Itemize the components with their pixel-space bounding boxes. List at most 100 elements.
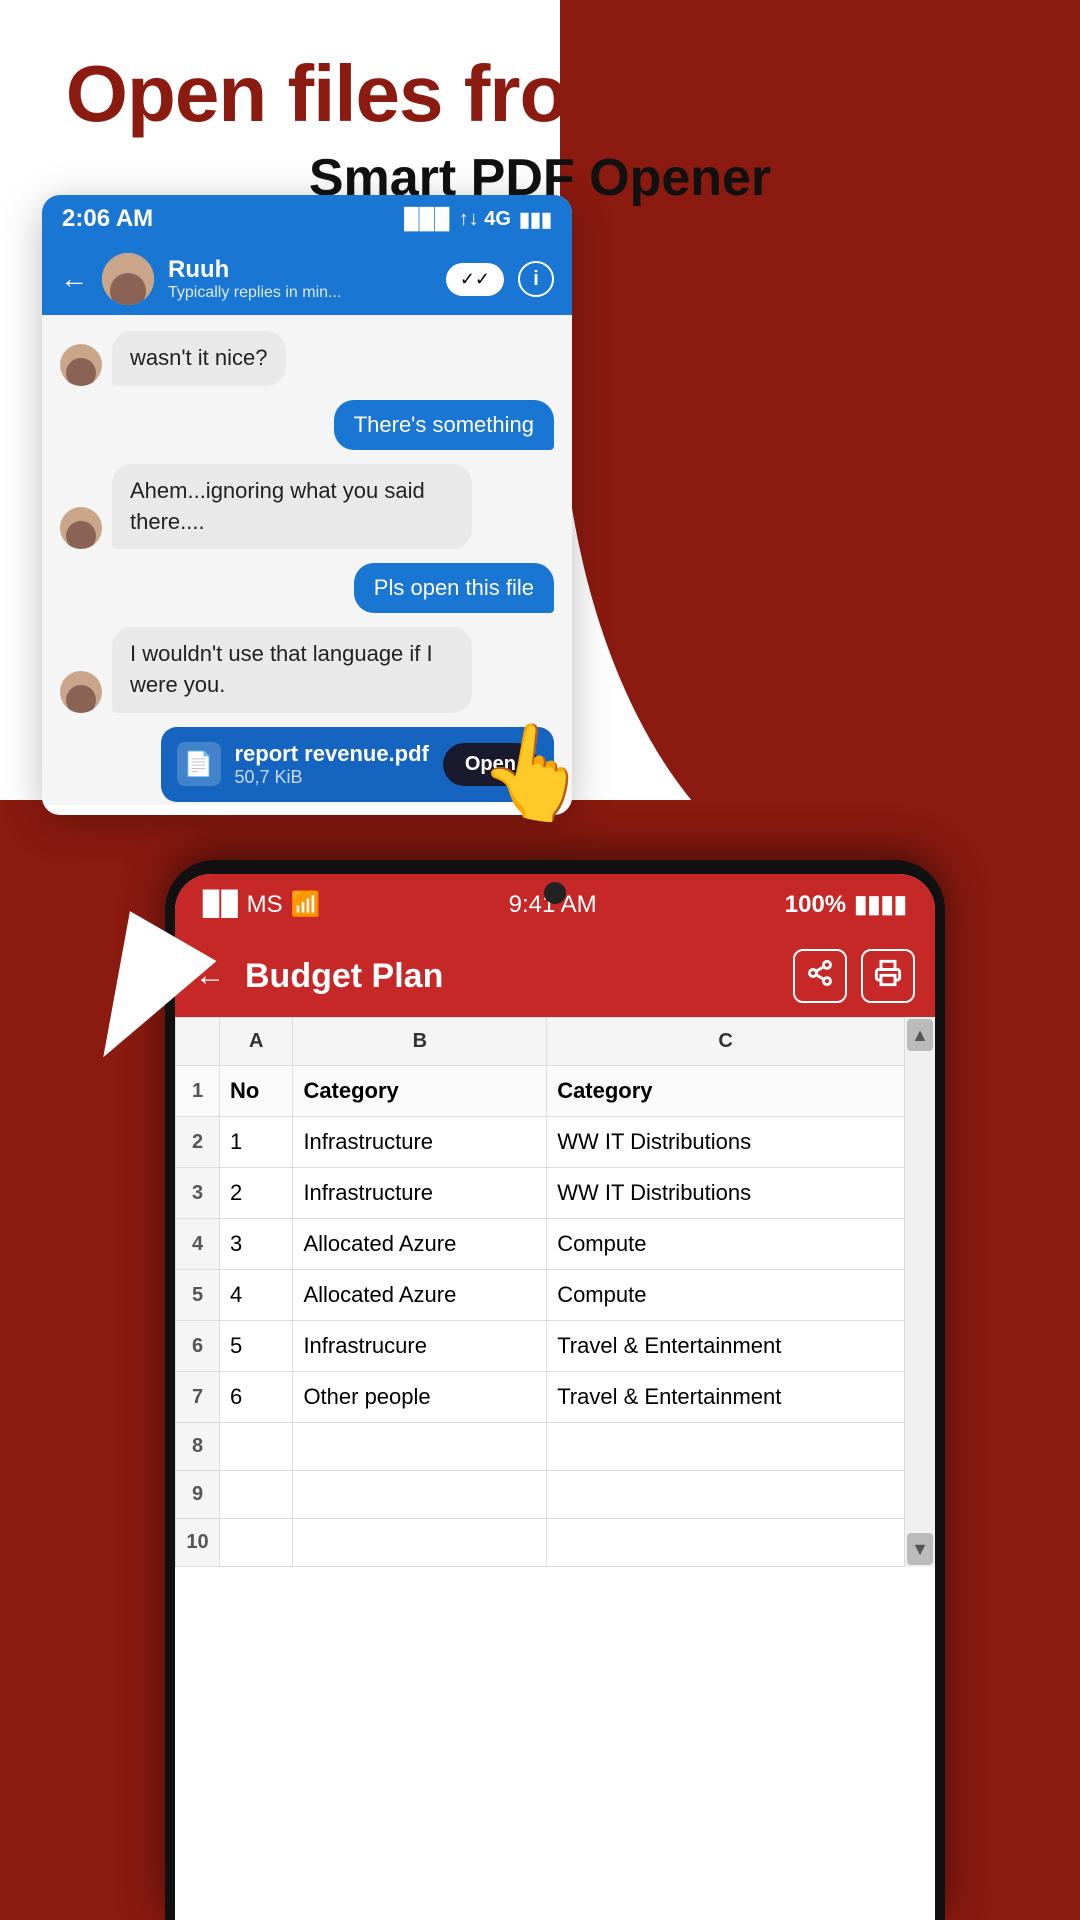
- battery-icon: ▮▮▮: [519, 207, 552, 232]
- table-cell: [293, 1471, 547, 1519]
- sent-message: Pls open this file: [354, 563, 554, 613]
- pdf-icon: 📄: [177, 742, 221, 786]
- phone-screen: ▉▉ MS 📶 9:41 AM 100% ▮▮▮▮ ← Budget Plan: [175, 874, 935, 1920]
- table-cell: Compute: [547, 1219, 905, 1270]
- check-icon: ✓✓: [460, 269, 490, 290]
- sent-message: There's something: [334, 400, 554, 450]
- table-cell: WW IT Distributions: [547, 1168, 905, 1219]
- network-icon: ↑↓ 4G: [459, 208, 511, 231]
- row-number: 3: [176, 1168, 220, 1219]
- table-cell: [547, 1519, 905, 1567]
- main-table: A B C 1 No Category Category: [175, 1017, 905, 1567]
- table-wrapper: A B C 1 No Category Category: [175, 1017, 935, 1567]
- col-header-a: A: [220, 1018, 293, 1066]
- row-number: 10: [176, 1519, 220, 1567]
- share-icon: [806, 959, 834, 994]
- contact-name: Ruuh: [168, 256, 432, 284]
- pdf-filename: report revenue.pdf: [235, 741, 429, 767]
- row-number: 9: [176, 1471, 220, 1519]
- row-number: 5: [176, 1270, 220, 1321]
- statusbar-left: ▉▉ MS 📶: [203, 890, 320, 919]
- print-icon: [874, 959, 902, 994]
- page-header: Open files from other app Smart PDF Open…: [0, 0, 1080, 228]
- camera-cutout: [544, 882, 566, 904]
- table-cell: Compute: [547, 1270, 905, 1321]
- msg-statusbar: 2:06 AM ▉▉▉ ↑↓ 4G ▮▮▮: [42, 195, 572, 243]
- received-message: wasn't it nice?: [112, 331, 286, 386]
- table-cell: [293, 1423, 547, 1471]
- table-cell: [547, 1423, 905, 1471]
- row-number: 6: [176, 1321, 220, 1372]
- msg-header: ← Ruuh Typically replies in min... ✓✓ i: [42, 243, 572, 315]
- table-row: 6 5 Infrastrucure Travel & Entertainment: [176, 1321, 905, 1372]
- table-cell: [220, 1471, 293, 1519]
- avatar: [60, 671, 102, 713]
- print-button[interactable]: [861, 949, 915, 1003]
- verify-button[interactable]: ✓✓: [446, 263, 504, 296]
- table-row: 9: [176, 1471, 905, 1519]
- scroll-up-button[interactable]: ▲: [907, 1019, 933, 1051]
- table-cell: [220, 1519, 293, 1567]
- signal-icon: ▉▉▉: [405, 207, 451, 232]
- table-row: 7 6 Other people Travel & Entertainment: [176, 1372, 905, 1423]
- row-number: 7: [176, 1372, 220, 1423]
- header-actions: ✓✓ i: [446, 261, 554, 297]
- page-title: Open files from other app: [40, 50, 1040, 138]
- table-cell: 6: [220, 1372, 293, 1423]
- contact-info: Ruuh Typically replies in min...: [168, 256, 432, 302]
- pdf-info: report revenue.pdf 50,7 KiB: [235, 741, 429, 788]
- table-cell: Infrastrucure: [293, 1321, 547, 1372]
- pdf-size: 50,7 KiB: [235, 767, 429, 788]
- wifi-icon: 📶: [291, 890, 321, 919]
- share-button[interactable]: [793, 949, 847, 1003]
- table-cell: 5: [220, 1321, 293, 1372]
- table-cell: No: [220, 1066, 293, 1117]
- table-row: 2 1 Infrastructure WW IT Distributions: [176, 1117, 905, 1168]
- list-item: I wouldn't use that language if I were y…: [60, 627, 554, 713]
- row-number: 1: [176, 1066, 220, 1117]
- col-header-b: B: [293, 1018, 547, 1066]
- scrollbar[interactable]: ▲ ▼: [905, 1017, 935, 1567]
- scroll-down-button[interactable]: ▼: [907, 1533, 933, 1565]
- table-cell: WW IT Distributions: [547, 1117, 905, 1168]
- table-row: 4 3 Allocated Azure Compute: [176, 1219, 905, 1270]
- header-actions: [793, 949, 915, 1003]
- sheet-header: ← Budget Plan: [175, 935, 935, 1017]
- table-cell: 1: [220, 1117, 293, 1168]
- msg-status-icons: ▉▉▉ ↑↓ 4G ▮▮▮: [405, 207, 552, 232]
- msg-time: 2:06 AM: [62, 205, 153, 233]
- spreadsheet-table: A B C 1 No Category Category: [175, 1017, 905, 1567]
- avatar: [60, 344, 102, 386]
- table-row: 10: [176, 1519, 905, 1567]
- list-item: Pls open this file: [60, 563, 554, 613]
- document-title: Budget Plan: [245, 957, 773, 996]
- row-number: 4: [176, 1219, 220, 1270]
- table-cell: 2: [220, 1168, 293, 1219]
- row-number: 8: [176, 1423, 220, 1471]
- back-button[interactable]: ←: [60, 263, 88, 295]
- col-header-c: C: [547, 1018, 905, 1066]
- table-cell: 3: [220, 1219, 293, 1270]
- contact-avatar: [102, 253, 154, 305]
- table-cell: [293, 1519, 547, 1567]
- table-row: A B C: [176, 1018, 905, 1066]
- table-cell: Allocated Azure: [293, 1219, 547, 1270]
- table-cell: Allocated Azure: [293, 1270, 547, 1321]
- statusbar-right: 100% ▮▮▮▮: [785, 890, 907, 919]
- table-row: 1 No Category Category: [176, 1066, 905, 1117]
- hand-pointing-icon: 👆: [470, 711, 599, 834]
- info-button[interactable]: i: [518, 261, 554, 297]
- table-row: 3 2 Infrastructure WW IT Distributions: [176, 1168, 905, 1219]
- row-number: 2: [176, 1117, 220, 1168]
- table-cell: Infrastructure: [293, 1168, 547, 1219]
- table-cell: Category: [547, 1066, 905, 1117]
- list-item: Ahem...ignoring what you said there....: [60, 464, 554, 550]
- table-cell: [220, 1423, 293, 1471]
- table-cell: Travel & Entertainment: [547, 1321, 905, 1372]
- list-item: wasn't it nice?: [60, 331, 554, 386]
- received-message: Ahem...ignoring what you said there....: [112, 464, 472, 550]
- battery-icon: ▮▮▮▮: [854, 890, 907, 919]
- table-row: 8: [176, 1423, 905, 1471]
- spreadsheet-content: A B C 1 No Category Category: [175, 1017, 935, 1920]
- table-cell: 4: [220, 1270, 293, 1321]
